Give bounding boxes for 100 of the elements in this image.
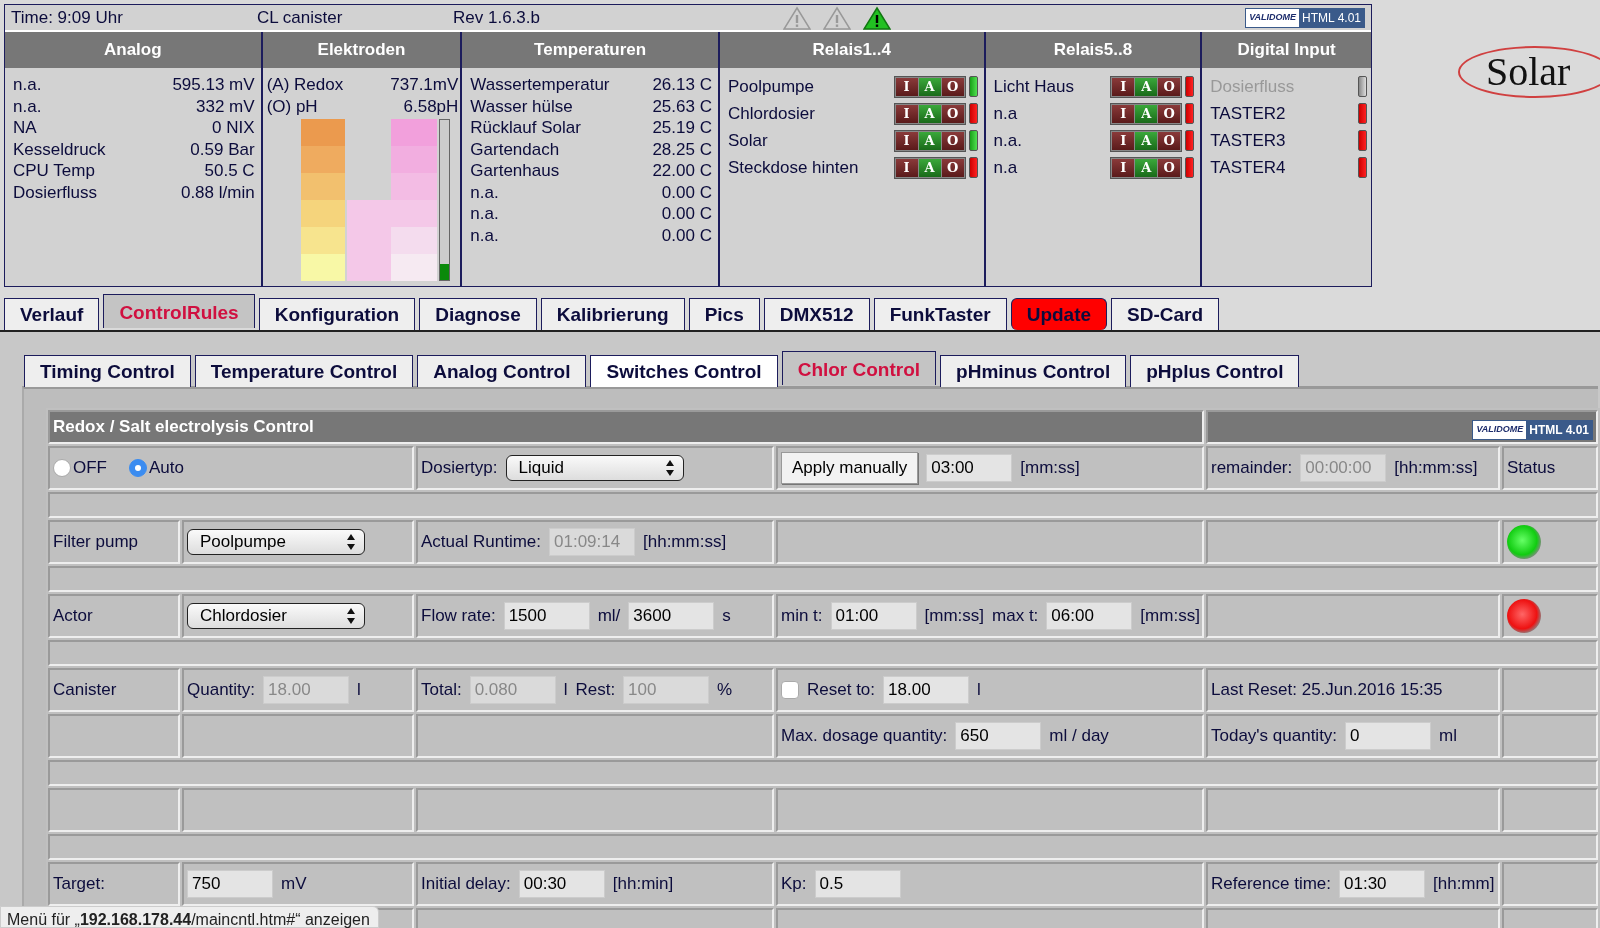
sub-tab[interactable]: pHminus Control xyxy=(940,355,1127,387)
time-label: Time: 9:09 Uhr xyxy=(11,6,124,29)
mode-button[interactable]: I xyxy=(895,77,918,96)
sensor-value: 0.59 Bar xyxy=(190,138,255,160)
nav-tab[interactable]: Kalibrierung xyxy=(540,298,685,330)
sub-tab[interactable]: Temperature Control xyxy=(194,355,414,387)
input-field[interactable]: 01:00 xyxy=(830,601,917,630)
sensor-label: Dosierfluss xyxy=(13,181,98,203)
dropdown-arrows-icon xyxy=(346,532,356,551)
field-label: [hh:min] xyxy=(612,873,674,895)
dropdown[interactable]: Chlordosier xyxy=(187,602,365,629)
sub-tab[interactable]: Analog Control xyxy=(417,355,587,387)
relay-label: n.a xyxy=(993,156,1019,179)
mode-button[interactable]: A xyxy=(918,158,941,177)
nav-tab[interactable]: FunkTaster xyxy=(873,298,1007,330)
sensor-label: Gartenhaus xyxy=(470,160,560,182)
nav-tab[interactable]: Pics xyxy=(688,298,760,330)
field-label: l xyxy=(977,679,981,701)
mode-button[interactable]: O xyxy=(1158,77,1181,96)
mode-button[interactable]: O xyxy=(1158,158,1181,177)
mode-button[interactable]: A xyxy=(1135,104,1158,123)
input-field[interactable]: 650 xyxy=(955,721,1042,750)
input-field[interactable]: 0 xyxy=(1345,721,1432,750)
sensor-value: 6.58pH xyxy=(403,95,459,117)
input-field[interactable]: 06:00 xyxy=(1046,601,1133,630)
field-label: Rest: xyxy=(575,679,616,701)
validator-badge[interactable]: VALIDOME HTML 4.01 xyxy=(1245,7,1365,28)
sensor-value: 26.13 C xyxy=(652,74,712,96)
sub-tab[interactable]: pHplus Control xyxy=(1130,355,1300,387)
mode-button[interactable]: A xyxy=(918,104,941,123)
mode-button[interactable]: O xyxy=(941,104,964,123)
mode-button[interactable]: O xyxy=(941,131,964,150)
nav-tab[interactable]: SD-Card xyxy=(1111,298,1220,330)
field-label: l xyxy=(357,679,361,701)
field-label: Kp: xyxy=(781,873,807,895)
field-label: Actor xyxy=(53,605,93,627)
relay-label: Solar xyxy=(727,129,769,152)
logo-text: Solar xyxy=(1458,46,1600,98)
sensor-label: Gartendach xyxy=(470,138,560,160)
mode-button[interactable]: I xyxy=(895,131,918,150)
mode-button[interactable]: A xyxy=(1135,131,1158,150)
radio-button[interactable] xyxy=(129,458,147,477)
mode-button[interactable]: O xyxy=(941,158,964,177)
mode-button[interactable]: I xyxy=(1112,158,1135,177)
nav-tab[interactable]: Update xyxy=(1010,298,1108,330)
relay-label: n.a. xyxy=(993,129,1023,152)
relay-label: Poolpumpe xyxy=(727,75,815,98)
field-label: Last Reset: 25.Jun.2016 15:35 xyxy=(1211,679,1443,701)
field-label: [mm:ss] xyxy=(924,605,985,627)
mode-button[interactable]: A xyxy=(918,77,941,96)
mode-button[interactable]: A xyxy=(1135,158,1158,177)
dropdown[interactable]: Poolpumpe xyxy=(187,528,365,555)
field-label: [hh:mm:ss] xyxy=(643,531,727,553)
mode-button[interactable]: A xyxy=(918,131,941,150)
radio-button[interactable] xyxy=(53,458,71,477)
nav-tab[interactable]: Verlauf xyxy=(4,298,100,330)
panel-heading: Temperaturen xyxy=(462,32,718,68)
panel-heading: Relais5..8 xyxy=(985,32,1201,68)
sensor-value: 50.5 C xyxy=(204,160,255,182)
field-label: Filter pump xyxy=(53,531,139,553)
field-label: Target: xyxy=(53,873,105,895)
field-label: % xyxy=(717,679,733,701)
sensor-label: n.a. xyxy=(470,224,499,246)
input-field[interactable]: 03:00 xyxy=(926,453,1013,482)
sensor-value: 22.00 C xyxy=(652,160,712,182)
mode-button[interactable]: O xyxy=(941,77,964,96)
input-field[interactable]: 01:30 xyxy=(1339,869,1425,898)
input-field[interactable]: 750 xyxy=(187,869,273,898)
mode-button[interactable]: I xyxy=(895,104,918,123)
sub-tab[interactable]: Switches Control xyxy=(590,355,778,387)
mode-button[interactable]: I xyxy=(1112,77,1135,96)
mode-button[interactable]: I xyxy=(1112,104,1135,123)
input-label: TASTER2 xyxy=(1210,102,1287,125)
nav-tab[interactable]: Diagnose xyxy=(419,298,537,330)
field-label: [hh:mm:ss] xyxy=(1394,457,1478,479)
dropdown[interactable]: Liquid xyxy=(505,454,684,481)
status-bar-text: Menü für „192.168.178.44/maincntl.htm#“ anzeigen xyxy=(0,906,379,928)
input-field[interactable]: 0.5 xyxy=(814,869,901,898)
input-field[interactable]: 1500 xyxy=(503,601,590,630)
checkbox-label: Reset to: xyxy=(807,679,876,701)
input-field[interactable]: 18.00 xyxy=(883,675,970,704)
mode-button[interactable]: O xyxy=(1158,131,1181,150)
nav-tab[interactable]: Konfiguration xyxy=(258,298,416,330)
input-label: TASTER4 xyxy=(1210,156,1287,179)
input-field[interactable]: 3600 xyxy=(628,601,715,630)
validator-badge[interactable]: VALIDOME HTML 4.01 xyxy=(1472,419,1593,440)
apply-button[interactable]: Apply manually xyxy=(781,452,919,484)
field-label: mV xyxy=(281,873,307,895)
input-field[interactable]: 00:30 xyxy=(518,869,605,898)
panel-heading: Elektroden xyxy=(262,32,461,68)
mode-button[interactable]: I xyxy=(895,158,918,177)
checkbox[interactable] xyxy=(781,680,799,699)
radio-label: OFF xyxy=(73,457,107,479)
nav-tab[interactable]: DMX512 xyxy=(763,298,870,330)
field-label: Initial delay: xyxy=(421,873,511,895)
dropdown-arrows-icon xyxy=(346,606,356,625)
mode-button[interactable]: O xyxy=(1158,104,1181,123)
mode-button[interactable]: I xyxy=(1112,131,1135,150)
mode-button[interactable]: A xyxy=(1135,77,1158,96)
sub-tab[interactable]: Timing Control xyxy=(24,355,191,387)
